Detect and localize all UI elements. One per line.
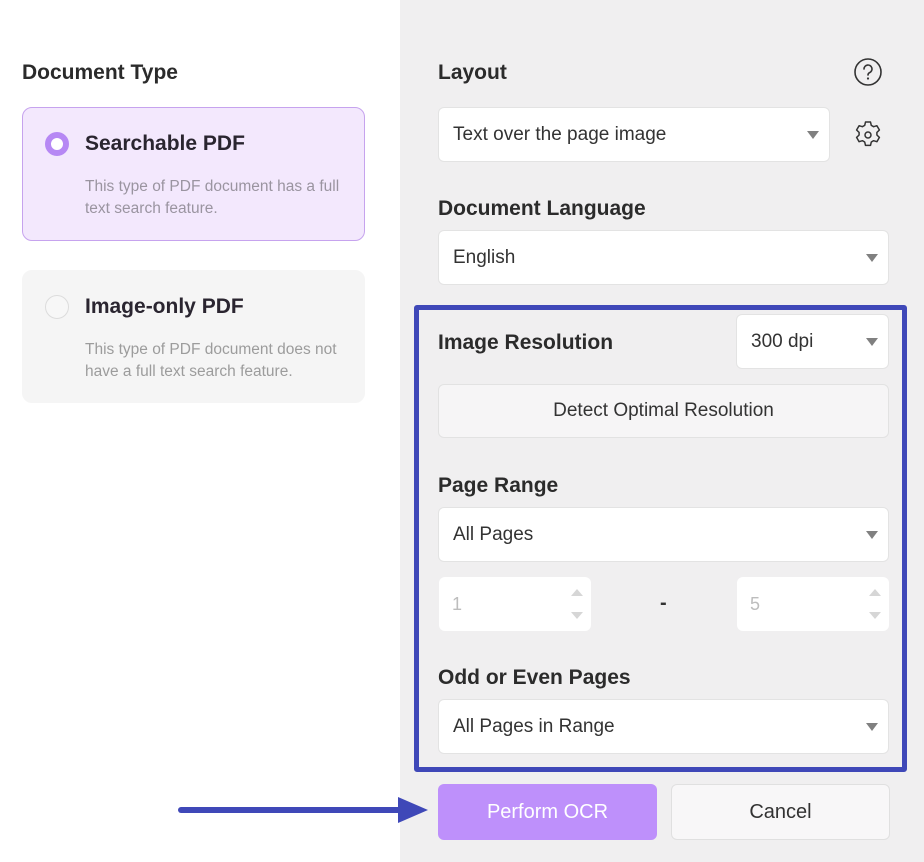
perform-ocr-button[interactable]: Perform OCR — [438, 784, 657, 840]
page-range-value: All Pages — [453, 523, 534, 545]
option-description: This type of PDF document does not have … — [85, 341, 337, 380]
page-to-stepper[interactable]: 5 — [737, 577, 889, 631]
document-language-select[interactable]: English — [438, 230, 889, 285]
chevron-down-icon[interactable] — [869, 612, 881, 619]
arrow-annotation-line — [178, 807, 403, 813]
layout-select-value: Text over the page image — [453, 123, 667, 145]
detect-optimal-resolution-button[interactable]: Detect Optimal Resolution — [438, 384, 889, 438]
document-language-value: English — [453, 246, 516, 268]
question-circle-icon[interactable] — [852, 56, 884, 88]
chevron-down-icon — [866, 337, 878, 346]
option-title: Image-only PDF — [85, 295, 244, 318]
document-type-title: Document Type — [22, 61, 178, 84]
document-type-pane: Document Type Searchable PDF This type o… — [0, 0, 400, 862]
chevron-up-icon[interactable] — [869, 589, 881, 596]
image-resolution-title: Image Resolution — [438, 331, 614, 354]
odd-even-value: All Pages in Range — [453, 715, 615, 737]
page-from-stepper[interactable]: 1 — [439, 577, 591, 631]
gear-icon[interactable] — [852, 119, 884, 151]
image-resolution-select[interactable]: 300 dpi — [736, 314, 889, 369]
option-description: This type of PDF document has a full tex… — [85, 178, 340, 217]
odd-even-title: Odd or Even Pages — [438, 666, 631, 689]
chevron-down-icon[interactable] — [571, 612, 583, 619]
chevron-down-icon — [866, 253, 878, 262]
radio-selected-icon[interactable] — [45, 132, 69, 156]
cancel-button[interactable]: Cancel — [671, 784, 890, 840]
page-range-title: Page Range — [438, 474, 559, 497]
page-range-select[interactable]: All Pages — [438, 507, 889, 562]
arrow-right-icon — [398, 797, 428, 823]
page-from-value: 1 — [452, 593, 463, 614]
radio-unselected-icon[interactable] — [45, 295, 69, 319]
document-language-title: Document Language — [438, 197, 646, 220]
chevron-down-icon — [807, 130, 819, 139]
chevron-down-icon — [866, 722, 878, 731]
odd-even-select[interactable]: All Pages in Range — [438, 699, 889, 754]
page-to-value: 5 — [750, 593, 761, 614]
layout-title: Layout — [438, 61, 507, 84]
chevron-down-icon — [866, 530, 878, 539]
layout-select[interactable]: Text over the page image — [438, 107, 830, 162]
image-resolution-value: 300 dpi — [751, 330, 814, 352]
range-separator: - — [660, 592, 667, 614]
option-title: Searchable PDF — [85, 132, 245, 155]
chevron-up-icon[interactable] — [571, 589, 583, 596]
option-image-only-pdf[interactable]: Image-only PDF This type of PDF document… — [22, 270, 365, 403]
option-searchable-pdf[interactable]: Searchable PDF This type of PDF document… — [22, 107, 365, 241]
